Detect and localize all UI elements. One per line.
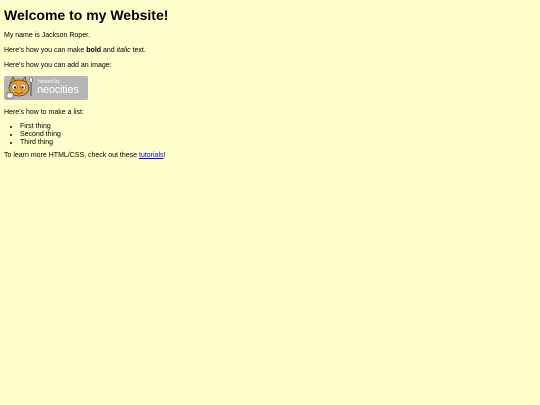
italic-word: italic <box>116 47 131 55</box>
image-instructions: Here's how you can add an image: <box>4 62 112 70</box>
formatting-text-middle: and <box>101 47 117 55</box>
list-item: Third thing <box>20 139 540 147</box>
learn-more-start: To learn more HTML/CSS, check out these <box>4 152 139 160</box>
tutorials-link[interactable]: tutorials <box>139 152 164 159</box>
list-item: Second thing <box>20 131 540 139</box>
neocities-cat-icon <box>6 76 33 99</box>
learn-more-end: ! <box>163 152 166 160</box>
learn-more-text: To learn more HTML/CSS, check out these … <box>4 152 540 160</box>
hosted-by-neocities-badge: hosted by neocities <box>4 76 88 101</box>
bold-word: bold <box>86 47 102 55</box>
badge-brand-text: neocities <box>37 84 79 97</box>
formatting-text: Here's how you can make bold and italic … <box>4 47 540 55</box>
list-item: First thing <box>20 123 540 131</box>
list-instructions: Here's how to make a list: <box>4 109 84 117</box>
intro-text: My name is Jackson Roper. <box>4 32 90 39</box>
page-title: Welcome to my Website! <box>4 7 169 23</box>
page: Welcome to my Website! My name is Jackso… <box>0 0 540 405</box>
formatting-text-start: Here's how you can make <box>4 47 87 55</box>
example-list: First thing Second thing Third thing <box>4 123 540 147</box>
formatting-text-end: text. <box>130 47 146 55</box>
